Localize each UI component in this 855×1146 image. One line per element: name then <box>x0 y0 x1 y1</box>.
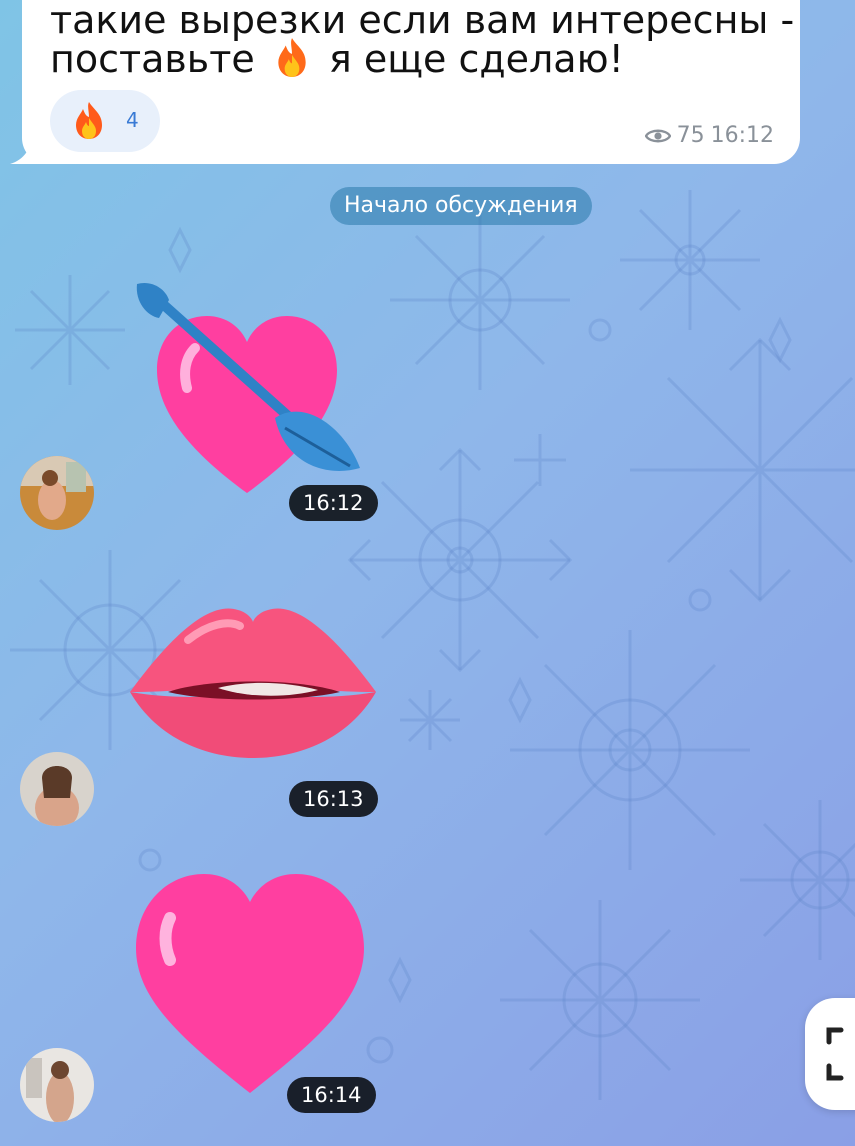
avatar-image <box>20 456 94 530</box>
reaction-count: 4 <box>126 108 139 132</box>
message-time: 16:12 <box>289 485 378 521</box>
avatar[interactable] <box>20 1048 94 1122</box>
message-time: 16:13 <box>289 781 378 817</box>
post-meta: 75 16:12 <box>644 123 774 148</box>
post-time: 16:12 <box>710 123 774 148</box>
message-time: 16:14 <box>287 1077 376 1113</box>
fire-icon <box>278 38 306 77</box>
heart-with-arrow-sticker[interactable] <box>125 278 370 503</box>
fire-reaction-button[interactable]: 4 <box>50 90 160 152</box>
avatar-image <box>20 752 94 826</box>
views-count: 75 <box>676 123 705 148</box>
discussion-start-label: Начало обсуждения <box>330 187 592 225</box>
eye-icon <box>644 129 671 142</box>
post-text-line-2: поставьте я еще сделаю! <box>50 36 624 81</box>
avatar[interactable] <box>20 752 94 826</box>
lips-sticker[interactable] <box>130 608 376 758</box>
scan-icon <box>826 1027 844 1081</box>
bubble-tail <box>10 130 50 164</box>
pink-heart-sticker[interactable] <box>130 868 370 1098</box>
channel-post-bubble[interactable]: такие вырезки если вам интересны - поста… <box>22 0 800 164</box>
avatar-image <box>20 1048 94 1122</box>
chat-background-pattern <box>10 190 855 1100</box>
scan-button[interactable] <box>805 998 855 1110</box>
fire-icon <box>76 102 102 139</box>
post-text-part: я еще сделаю! <box>328 37 624 81</box>
post-text-part: поставьте <box>50 37 255 81</box>
avatar[interactable] <box>20 456 94 530</box>
